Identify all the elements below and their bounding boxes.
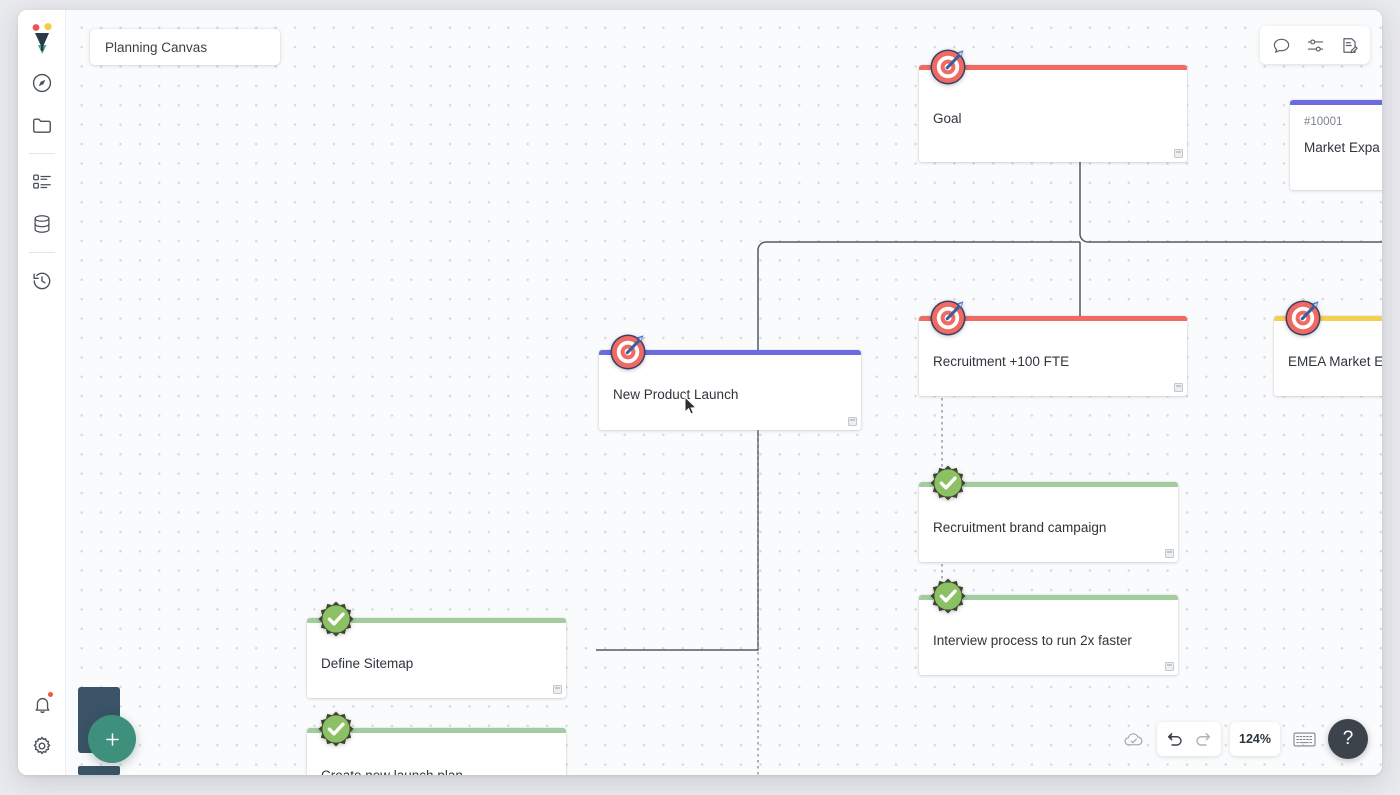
card-resize-handle[interactable]: [1165, 662, 1174, 671]
cloud-check-icon[interactable]: [1118, 724, 1148, 754]
sidebar-item-folders[interactable]: [18, 104, 66, 146]
card-title: Recruitment brand campaign: [933, 520, 1107, 535]
sidebar-item-settings[interactable]: [18, 725, 66, 767]
canvas-card-recruitment-fte[interactable]: Recruitment +100 FTE: [919, 300, 1187, 396]
app-window: Planning Canvas 124% ? Goal #10001 Marke…: [18, 10, 1382, 775]
sidebar-item-explore[interactable]: [18, 62, 66, 104]
canvas-card-new-product-launch[interactable]: New Product Launch: [599, 334, 861, 430]
canvas-title-chip[interactable]: Planning Canvas: [90, 29, 280, 65]
card-title: Recruitment +100 FTE: [933, 354, 1070, 369]
card-title: Market Expa: [1304, 140, 1380, 155]
canvas-card-goal[interactable]: Goal: [919, 49, 1187, 162]
card-resize-handle[interactable]: [1165, 549, 1174, 558]
card-title: New Product Launch: [613, 387, 739, 402]
check-badge-icon: [927, 461, 971, 505]
rail-divider-2: [28, 252, 55, 253]
canvas-card-market-expansion[interactable]: #10001 Market Expa: [1290, 100, 1382, 190]
canvas-card-define-sitemap[interactable]: Define Sitemap: [307, 601, 566, 698]
rail-bottom-group: [18, 683, 66, 767]
bottom-toolbar: 124% ?: [1118, 719, 1368, 759]
planning-canvas[interactable]: Planning Canvas 124% ? Goal #10001 Marke…: [66, 10, 1382, 775]
canvas-card-create-new-launch-plan[interactable]: Create new launch plan: [307, 711, 566, 775]
help-button-label: ?: [1342, 728, 1354, 749]
zoom-level-text: 124%: [1239, 732, 1271, 746]
keyboard-icon[interactable]: [1289, 724, 1319, 754]
target-icon: [1282, 295, 1326, 339]
sliders-icon[interactable]: [1300, 30, 1330, 60]
notification-badge: [47, 691, 54, 698]
sidebar-item-database[interactable]: [18, 203, 66, 245]
comment-icon[interactable]: [1266, 30, 1296, 60]
add-item-button[interactable]: [88, 715, 136, 763]
help-button[interactable]: ?: [1328, 719, 1368, 759]
target-icon: [927, 44, 971, 88]
rail-divider-1: [28, 153, 55, 154]
card-key: #10001: [1304, 116, 1343, 128]
card-color-bar: [1290, 100, 1382, 105]
check-badge-icon: [927, 574, 971, 618]
zoom-level-indicator[interactable]: 124%: [1230, 722, 1280, 756]
sidebar-item-history[interactable]: [18, 260, 66, 302]
canvas-title-text: Planning Canvas: [105, 39, 208, 55]
left-nav-rail: [18, 10, 66, 775]
card-resize-handle[interactable]: [1174, 149, 1183, 158]
sidebar-item-tasks[interactable]: [18, 161, 66, 203]
undo-redo-group: [1157, 722, 1222, 756]
check-badge-icon: [315, 597, 359, 641]
workspace-logo-icon[interactable]: [18, 10, 66, 62]
canvas-card-emea-market[interactable]: EMEA Market E:: [1274, 300, 1382, 396]
canvas-card-interview-process[interactable]: Interview process to run 2x faster: [919, 578, 1178, 675]
sidebar-item-notifications[interactable]: [18, 683, 66, 725]
redo-icon[interactable]: [1189, 725, 1217, 753]
target-icon: [927, 295, 971, 339]
card-title: EMEA Market E:: [1288, 354, 1382, 369]
edit-note-icon[interactable]: [1334, 30, 1364, 60]
undo-icon[interactable]: [1161, 725, 1189, 753]
card-title: Define Sitemap: [321, 656, 414, 671]
target-icon: [607, 329, 651, 373]
card-resize-handle[interactable]: [848, 417, 857, 426]
card-title: Goal: [933, 111, 962, 126]
card-resize-handle[interactable]: [1174, 383, 1183, 392]
drag-preview-bar: [78, 766, 120, 775]
card-resize-handle[interactable]: [553, 685, 562, 694]
canvas-card-recruitment-brand-campaign[interactable]: Recruitment brand campaign: [919, 465, 1178, 562]
card-title: Create new launch plan: [321, 768, 463, 775]
check-badge-icon: [315, 707, 359, 751]
top-toolbar: [1260, 26, 1370, 64]
card-title: Interview process to run 2x faster: [933, 633, 1132, 648]
